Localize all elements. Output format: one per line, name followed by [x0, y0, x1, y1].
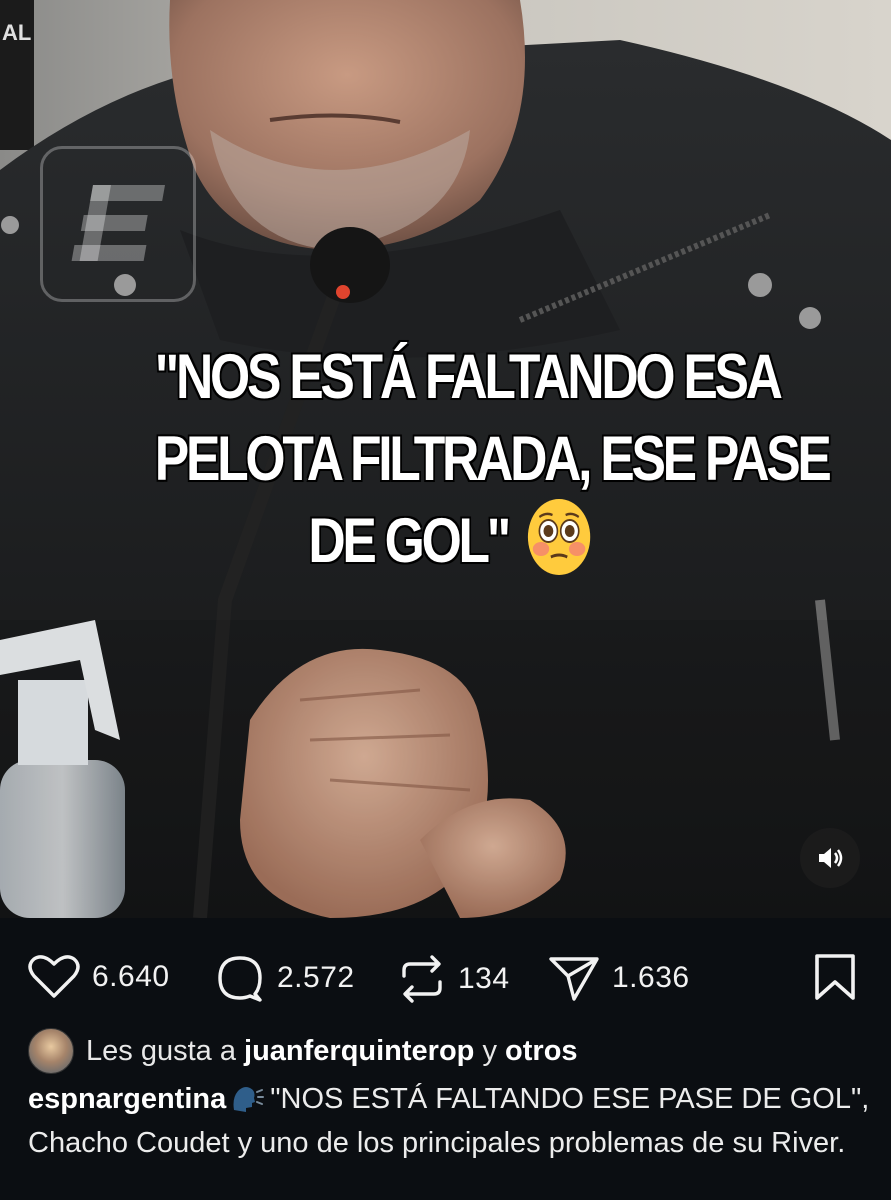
liked-by-others[interactable]: otros — [505, 1035, 578, 1068]
repost-button[interactable]: 134 — [398, 954, 510, 1004]
comment-button[interactable]: 2.572 — [215, 954, 355, 1002]
liked-by-row[interactable]: Les gusta a juanferquinterop y otros — [28, 1028, 578, 1074]
comment-count: 2.572 — [277, 961, 355, 994]
heart-icon — [28, 955, 80, 998]
overlay-line-3: DE GOL" — [155, 497, 745, 585]
share-count: 1.636 — [612, 961, 690, 994]
like-count: 6.640 — [92, 960, 170, 993]
send-icon — [549, 957, 599, 1001]
video-player[interactable]: AL "NOS ESTÁ FALTANDO ESA PELOTA FILTRAD… — [0, 0, 891, 918]
flushed-face-icon — [526, 497, 592, 577]
overlay-line-2: PELOTA FILTRADA, ESE PASE — [154, 424, 832, 494]
save-button[interactable] — [812, 952, 858, 1007]
svg-text:AL: AL — [2, 20, 31, 45]
comment-icon — [218, 956, 262, 1002]
repost-icon — [402, 955, 442, 1003]
avatar[interactable] — [28, 1028, 74, 1074]
overlay-line-1: "NOS ESTÁ FALTANDO ESA — [154, 342, 783, 412]
espn-logo-icon — [40, 146, 196, 302]
repost-count: 134 — [458, 962, 510, 995]
speaker-icon — [819, 848, 843, 868]
liked-by-user[interactable]: juanferquinterop — [244, 1035, 474, 1068]
sound-toggle-button[interactable] — [800, 828, 860, 888]
bookmark-icon — [815, 954, 855, 1000]
post-caption: espnargentina "NOS ESTÁ FALTANDO ESE PAS… — [28, 1080, 873, 1162]
liked-by-connector: y — [482, 1034, 497, 1067]
share-button[interactable]: 1.636 — [548, 954, 690, 1002]
liked-by-prefix: Les gusta a — [86, 1034, 236, 1067]
caption-username[interactable]: espnargentina — [28, 1083, 226, 1115]
video-caption-overlay: "NOS ESTÁ FALTANDO ESA PELOTA FILTRADA, … — [154, 336, 832, 585]
action-bar: 6.640 2.572 134 1.636 — [0, 918, 891, 1028]
like-button[interactable]: 6.640 — [28, 954, 170, 1000]
speaking-head-icon — [230, 1084, 265, 1124]
